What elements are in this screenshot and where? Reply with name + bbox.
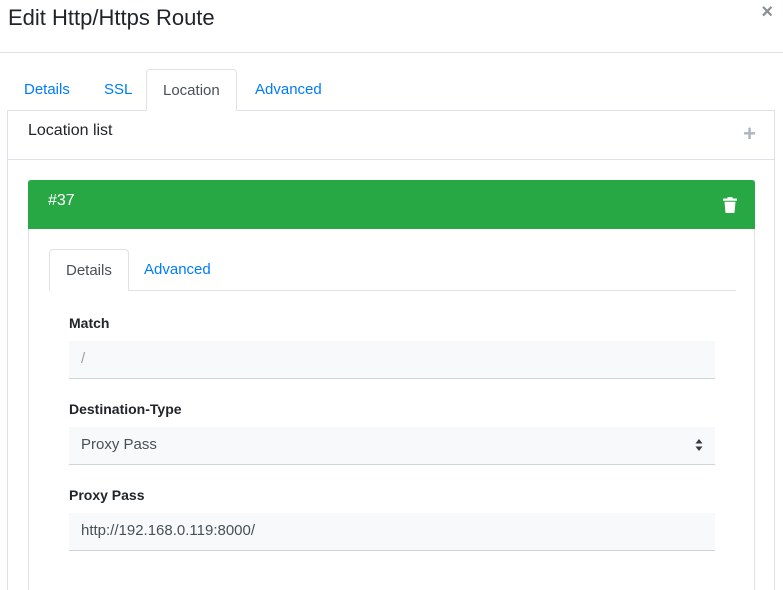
- location-list-header: Location list +: [8, 110, 774, 160]
- match-input[interactable]: /: [69, 341, 715, 379]
- destination-type-value: Proxy Pass: [81, 436, 157, 453]
- modal-header: Edit Http/Https Route ×: [0, 0, 783, 53]
- select-arrows-icon: [695, 439, 703, 451]
- proxy-pass-input[interactable]: http://192.168.0.119:8000/: [69, 513, 715, 551]
- route-tabs: Details SSL Location Advanced: [8, 69, 775, 111]
- destination-type-select[interactable]: Proxy Pass: [69, 427, 715, 465]
- modal-title: Edit Http/Https Route: [8, 5, 215, 30]
- proxy-pass-value: http://192.168.0.119:8000/: [81, 522, 256, 539]
- location-tabs: Details Advanced: [49, 249, 736, 291]
- add-location-icon[interactable]: +: [743, 122, 756, 146]
- location-card: #37 Details Advanced Match / Destination…: [28, 180, 755, 590]
- tab-advanced[interactable]: Advanced: [239, 69, 338, 111]
- tab-ssl[interactable]: SSL: [88, 69, 148, 111]
- proxy-pass-label: Proxy Pass: [69, 487, 145, 503]
- location-list-title: Location list: [28, 122, 113, 139]
- match-label: Match: [69, 315, 110, 331]
- destination-type-label: Destination-Type: [69, 401, 182, 417]
- location-tab-details[interactable]: Details: [49, 249, 129, 291]
- tab-location[interactable]: Location: [146, 69, 237, 111]
- close-button[interactable]: ×: [761, 2, 773, 22]
- tab-details[interactable]: Details: [8, 69, 86, 111]
- match-placeholder: /: [81, 350, 86, 367]
- trash-icon[interactable]: [723, 197, 737, 213]
- location-tab-advanced[interactable]: Advanced: [128, 249, 227, 291]
- location-list-card: Location list + #37 Details Advanced Mat…: [7, 110, 775, 590]
- location-header: #37: [28, 180, 755, 229]
- location-id: #37: [48, 192, 75, 209]
